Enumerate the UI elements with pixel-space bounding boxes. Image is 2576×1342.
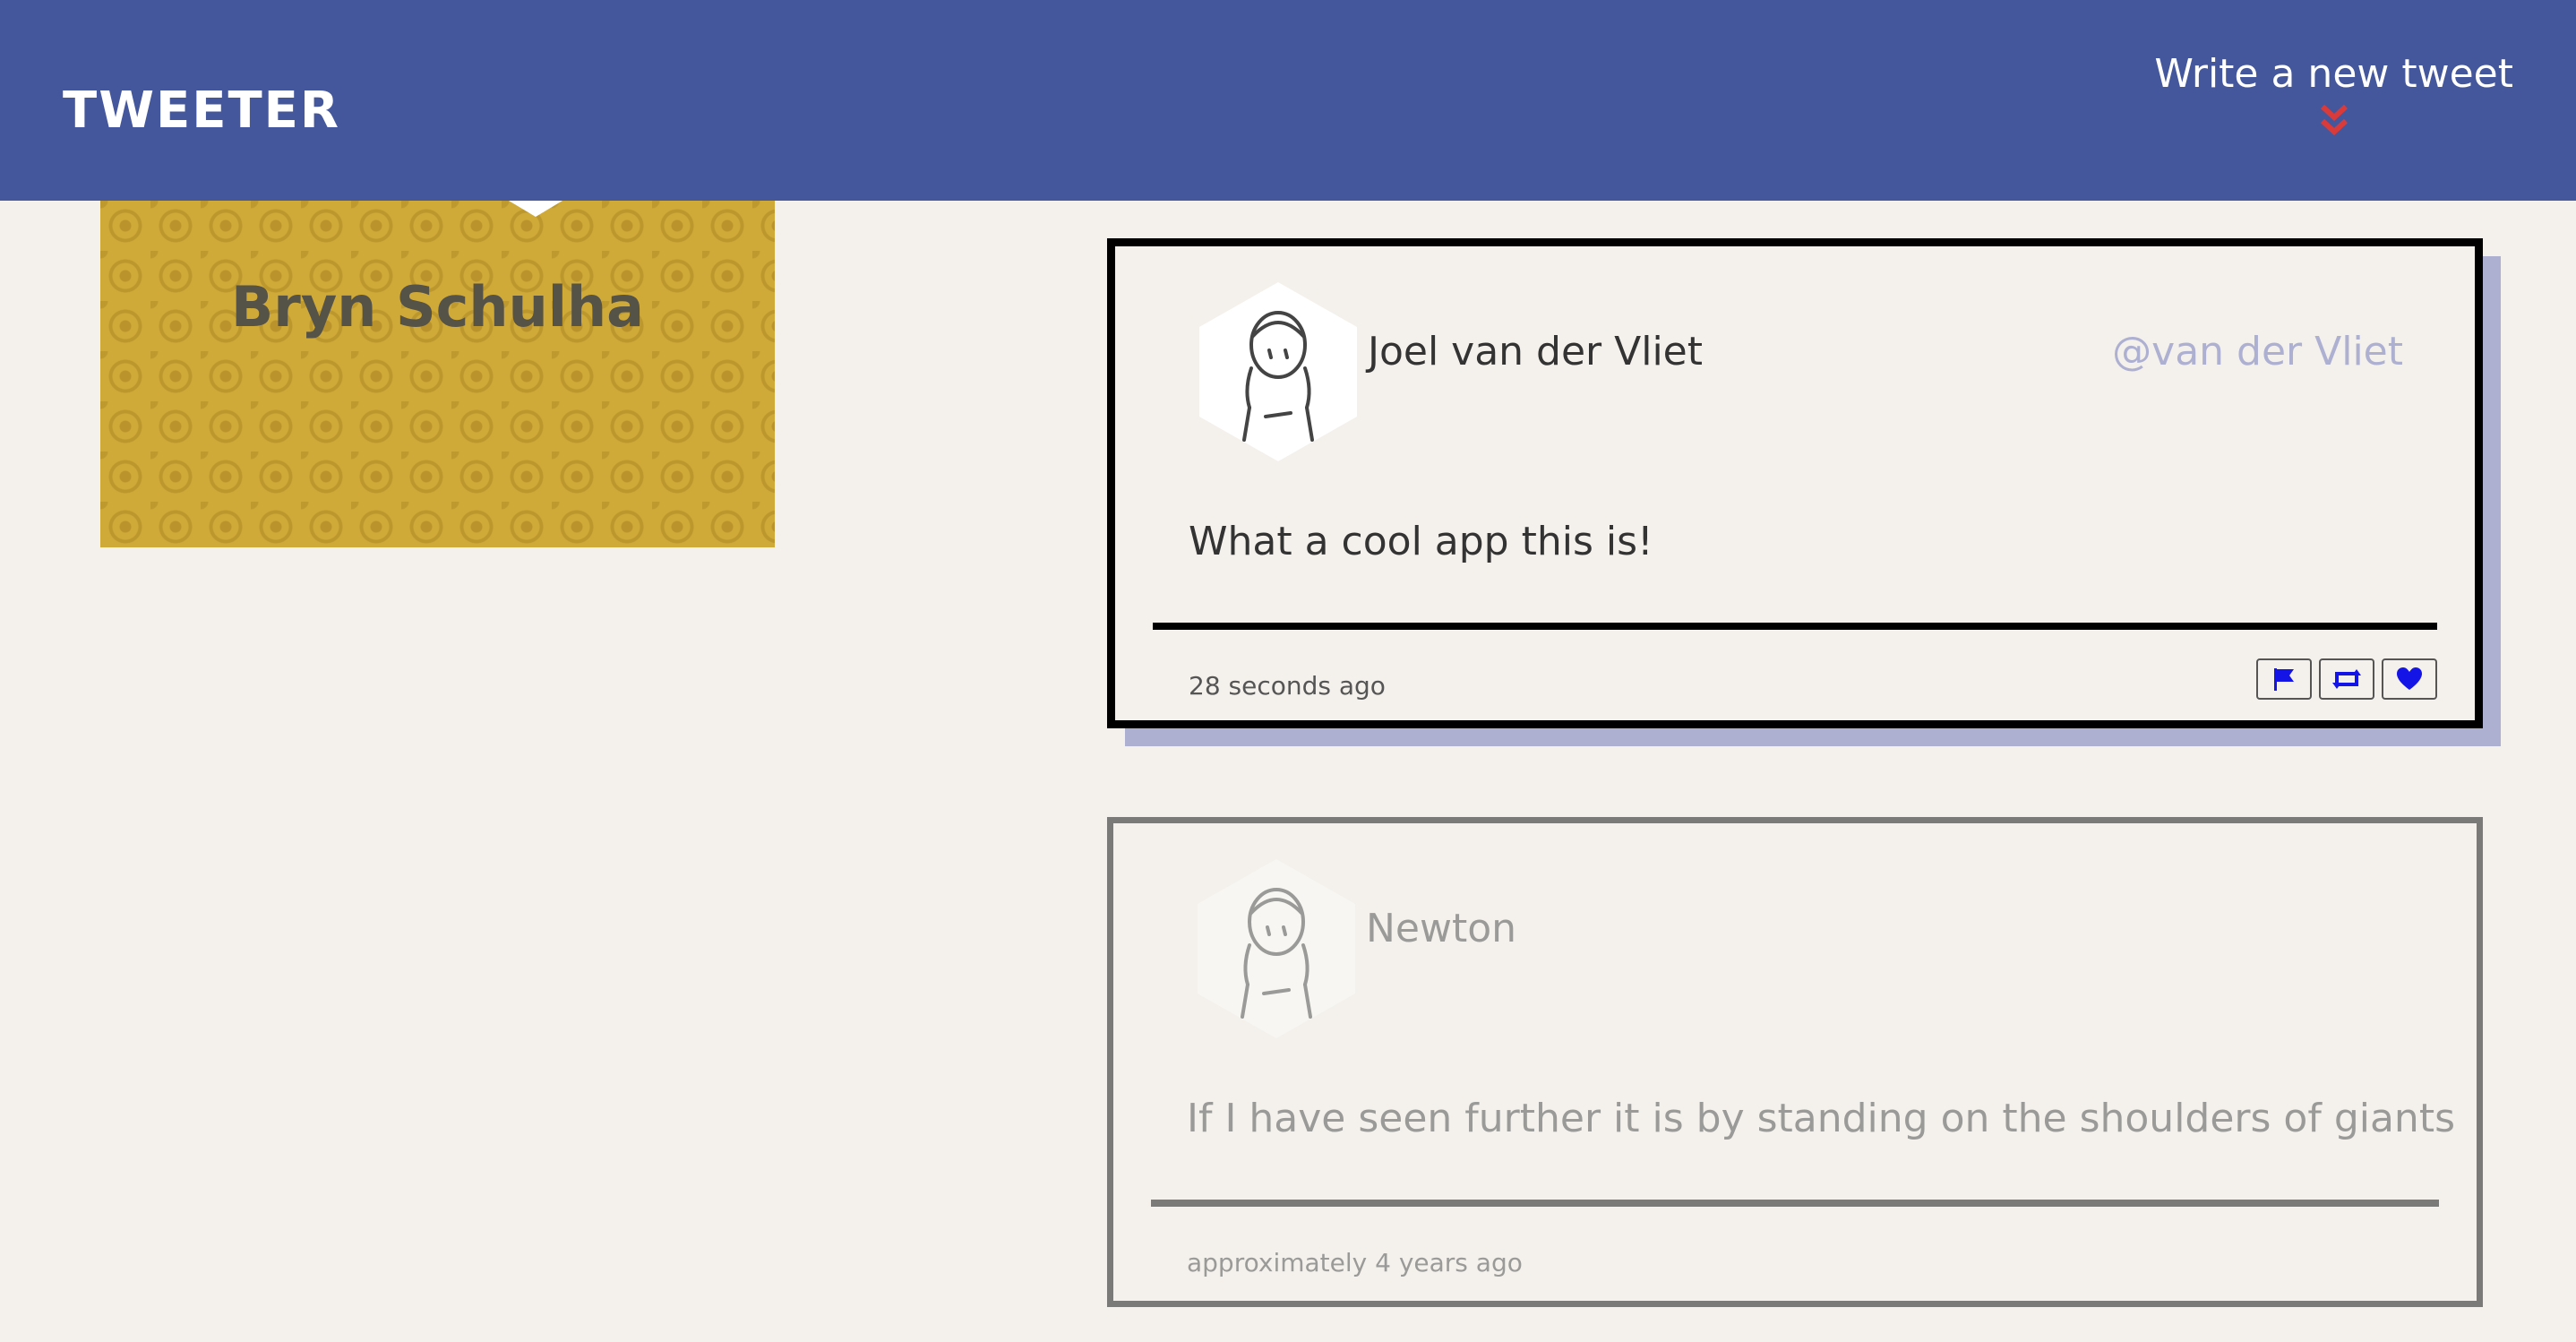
profile-notch (509, 201, 562, 217)
user-avatar-icon (1199, 282, 1357, 461)
tweet-actions (2256, 658, 2437, 700)
top-nav-bar: TWEETER Write a new tweet (0, 0, 2576, 201)
write-new-tweet-label: Write a new tweet (2154, 51, 2513, 97)
write-new-tweet-button[interactable]: Write a new tweet (2154, 51, 2513, 139)
tweet-divider (1153, 623, 2437, 630)
tweet-card[interactable]: Newton If I have seen further it is by s… (1107, 817, 2483, 1307)
tweet-author-name: Joel van der Vliet (1368, 329, 1703, 374)
tweet-timestamp: approximately 4 years ago (1187, 1248, 1523, 1277)
profile-name: Bryn Schulha (231, 274, 644, 340)
user-avatar-icon (1198, 859, 1355, 1038)
retweet-icon (2332, 669, 2361, 689)
double-chevron-down-icon (2320, 104, 2348, 135)
flag-icon (2274, 668, 2294, 691)
heart-icon (2397, 667, 2422, 690)
tweet-divider (1151, 1200, 2439, 1207)
tweet-timestamp: 28 seconds ago (1189, 671, 1386, 701)
like-button[interactable] (2382, 658, 2437, 700)
retweet-button[interactable] (2319, 658, 2374, 700)
tweet-text: What a cool app this is! (1189, 519, 1653, 564)
tweet-author-handle: @van der Vliet (2112, 329, 2403, 374)
tweet-card[interactable]: Joel van der Vliet @van der Vliet What a… (1107, 238, 2483, 728)
tweet-text: If I have seen further it is by standing… (1187, 1096, 2455, 1141)
profile-card: Bryn Schulha (100, 201, 775, 547)
brand-logo[interactable]: TWEETER (63, 86, 340, 136)
tweet-author-name: Newton (1366, 906, 1517, 951)
flag-button[interactable] (2256, 658, 2312, 700)
